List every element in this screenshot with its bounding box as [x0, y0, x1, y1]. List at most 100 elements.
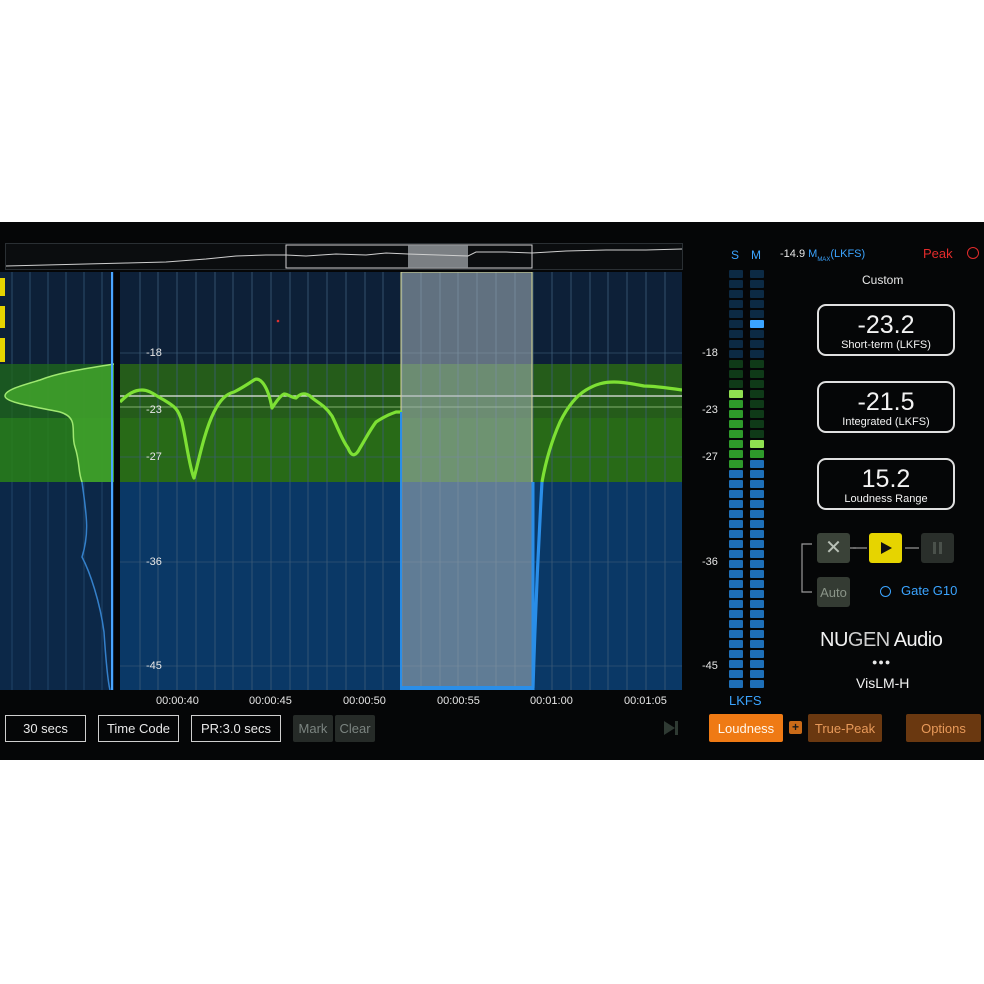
- meter-segment: [750, 680, 764, 688]
- integrated-label: Integrated (LKFS): [842, 416, 930, 428]
- skip-end-icon[interactable]: [662, 719, 680, 737]
- meter-segment: [729, 300, 743, 308]
- duration-button[interactable]: 30 secs: [5, 715, 86, 742]
- meter-segment: [729, 480, 743, 488]
- meter-segment: [729, 600, 743, 608]
- meter-segment: [729, 620, 743, 628]
- short-term-label: Short-term (LKFS): [841, 339, 931, 351]
- histogram-level-markers: [0, 278, 5, 362]
- loudness-history-graph[interactable]: [120, 272, 682, 690]
- meter-segment: [750, 280, 764, 288]
- play-button[interactable]: [869, 533, 902, 563]
- meter-segment: [729, 350, 743, 358]
- meter-segment: [750, 290, 764, 298]
- peak-indicator-icon[interactable]: [967, 247, 979, 259]
- timecode-button[interactable]: Time Code: [98, 715, 179, 742]
- meter-segment: [729, 540, 743, 548]
- loudness-range-value: 15.2: [861, 465, 911, 493]
- tick-left-4: -45: [146, 660, 162, 672]
- tick-right-3: -36: [702, 556, 718, 568]
- max-readout: -14.9 MMAX(LKFS): [780, 248, 865, 263]
- overview-waveform: [6, 244, 683, 269]
- meter-segment: [729, 290, 743, 298]
- meter-segment: [750, 270, 764, 278]
- play-icon: [880, 542, 892, 554]
- loudness-range-readout: 15.2 Loudness Range: [817, 458, 955, 510]
- tick-left-3: -36: [146, 556, 162, 568]
- meter-segment: [729, 660, 743, 668]
- meter-segment: [750, 400, 764, 408]
- meter-segment: [750, 550, 764, 558]
- brand-dots: ●●●: [872, 657, 892, 667]
- clear-button[interactable]: Clear: [335, 715, 375, 742]
- true-peak-button[interactable]: True-Peak: [808, 714, 882, 742]
- meter-segment: [729, 340, 743, 348]
- meter-segment: [750, 670, 764, 678]
- reset-button[interactable]: ✕: [817, 533, 850, 563]
- mark-button[interactable]: Mark: [293, 715, 333, 742]
- options-button[interactable]: Options: [906, 714, 981, 742]
- meter-segment: [729, 270, 743, 278]
- meter-segment: [750, 300, 764, 308]
- overview-strip[interactable]: [5, 243, 683, 270]
- integrated-value: -21.5: [857, 388, 915, 416]
- selection-region: [401, 272, 532, 690]
- brand-logo: NUGEN Audio: [820, 629, 943, 652]
- brand-nu: NU: [820, 629, 848, 651]
- meter-segment: [750, 570, 764, 578]
- meter-segment: [750, 370, 764, 378]
- time-label-1: 00:00:45: [249, 695, 292, 707]
- time-label-0: 00:00:40: [156, 695, 199, 707]
- visLM-plugin-window: -18 -23 -27 -36 -45 -18 -23 -27 -36 -45 …: [0, 222, 984, 760]
- meter-segment: [750, 520, 764, 528]
- meter-segment: [729, 370, 743, 378]
- meter-segment: [729, 330, 743, 338]
- meter-segment: [729, 400, 743, 408]
- meter-segment: [750, 560, 764, 568]
- pause-icon: [932, 542, 942, 554]
- link-plus-icon[interactable]: +: [789, 721, 802, 734]
- meter-segment: [729, 390, 743, 398]
- gate-radio-icon[interactable]: [880, 586, 891, 597]
- meter-segment: [729, 470, 743, 478]
- overview-selection[interactable]: [408, 245, 468, 268]
- loudness-range-label: Loudness Range: [844, 493, 928, 505]
- meter-segment: [750, 430, 764, 438]
- meter-segment: [729, 280, 743, 288]
- meter-label-m: M: [751, 248, 761, 262]
- meter-unit-label: LKFS: [729, 693, 762, 708]
- meter-segment: [750, 530, 764, 538]
- meter-segment: [729, 310, 743, 318]
- meter-segment: [729, 640, 743, 648]
- close-icon: ✕: [825, 537, 842, 559]
- meter-segment: [750, 590, 764, 598]
- meter-segment: [729, 670, 743, 678]
- meter-segment: [750, 320, 764, 328]
- meter-segment: [750, 390, 764, 398]
- product-name: VisLM-H: [856, 675, 910, 691]
- short-term-value: -23.2: [857, 311, 915, 339]
- time-label-5: 00:01:05: [624, 695, 667, 707]
- meter-segment: [750, 460, 764, 468]
- gate-label[interactable]: Gate G10: [901, 583, 957, 598]
- preset-label[interactable]: Custom: [862, 273, 903, 287]
- meter-segment: [729, 550, 743, 558]
- meter-segment: [729, 630, 743, 638]
- pr-button[interactable]: PR:3.0 secs: [191, 715, 281, 742]
- meter-segment: [750, 510, 764, 518]
- meter-segment: [750, 410, 764, 418]
- meter-segment: [729, 570, 743, 578]
- meter-segment: [750, 480, 764, 488]
- loudness-button[interactable]: Loudness: [709, 714, 783, 742]
- tick-left-0: -18: [146, 347, 162, 359]
- loudness-histogram: [0, 272, 114, 690]
- pause-button[interactable]: [921, 533, 954, 563]
- auto-button[interactable]: Auto: [817, 577, 850, 607]
- short-term-meter: [729, 270, 743, 690]
- time-label-4: 00:01:00: [530, 695, 573, 707]
- meter-segment: [729, 680, 743, 688]
- meter-segment: [729, 320, 743, 328]
- meter-segment: [750, 450, 764, 458]
- meter-segment: [729, 500, 743, 508]
- meter-segment: [729, 560, 743, 568]
